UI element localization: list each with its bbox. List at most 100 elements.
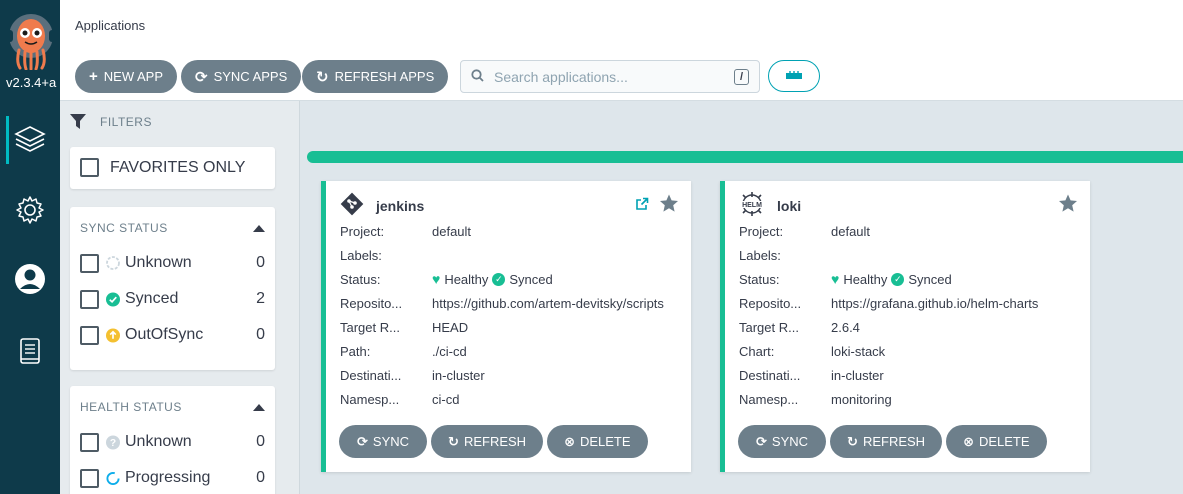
nav-documentation[interactable] — [0, 326, 60, 376]
filter-icon — [70, 114, 86, 129]
sync-outofsync-checkbox[interactable] — [80, 325, 99, 345]
row-value: https://github.com/artem-devitsky/script… — [432, 295, 664, 311]
sync-unknown-label: Unknown — [125, 254, 192, 271]
sync-status-filter-box: SYNC STATUS Unknown 0 Synced 2 OutOfSync — [70, 207, 275, 370]
row-key: Status: — [340, 271, 381, 287]
row-key: Reposito... — [739, 295, 802, 311]
app-name[interactable]: jenkins — [376, 198, 424, 214]
favorite-star-icon[interactable] — [659, 194, 679, 218]
left-nav: v2.3.4+a — [0, 0, 60, 494]
row-value: ./ci-cd — [432, 343, 467, 359]
sync-icon: ⟳ — [195, 68, 208, 86]
collapse-caret-icon[interactable] — [253, 224, 265, 232]
layers-icon — [14, 126, 46, 152]
app-name[interactable]: loki — [777, 198, 801, 214]
favorites-filter-box: FAVORITES ONLY — [70, 147, 275, 189]
sync-button[interactable]: ⟳ SYNC — [339, 425, 428, 458]
row-chart: Chart: loki-stack — [739, 339, 1080, 363]
sync-summary-bar — [307, 151, 1183, 163]
filters-panel: FILTERS FAVORITES ONLY SYNC STATUS Unkno… — [60, 101, 300, 494]
app-card-jenkins[interactable]: jenkins Project: default Labels: Status: … — [321, 181, 691, 472]
plus-icon: + — [89, 68, 98, 85]
favorite-star-icon[interactable] — [1058, 194, 1078, 218]
search-shortcut-hint: / — [733, 68, 749, 85]
view-mode-toggle[interactable] — [768, 60, 820, 92]
filter-row-health-unknown: ? Unknown 0 — [70, 424, 275, 460]
heart-icon: ♥ — [432, 271, 441, 287]
row-key: Project: — [340, 223, 385, 239]
health-progressing-checkbox[interactable] — [80, 468, 99, 488]
delete-x-icon: ⊗ — [564, 433, 575, 449]
delete-button[interactable]: ⊗ DELETE — [946, 425, 1047, 458]
filters-title: FILTERS — [100, 114, 152, 129]
row-key: Labels: — [739, 247, 781, 263]
heart-icon: ♥ — [831, 271, 840, 287]
page-title: Applications — [75, 18, 146, 33]
refresh-button[interactable]: ↻ REFRESH — [830, 425, 943, 458]
row-value: ci-cd — [432, 391, 460, 407]
delete-label: DELETE — [579, 434, 631, 449]
refresh-apps-button[interactable]: ↻ REFRESH APPS — [302, 60, 449, 93]
toolbar: + NEW APP ⟳ SYNC APPS ↻ REFRESH APPS / — [60, 50, 1183, 101]
progressing-circle-icon — [106, 471, 120, 485]
new-app-button[interactable]: + NEW APP — [75, 60, 178, 93]
health-progressing-count: 0 — [256, 469, 265, 486]
row-namespace: Namesp... ci-cd — [340, 387, 681, 411]
row-target-revision: Target R... 2.6.4 — [739, 315, 1080, 339]
row-namespace: Namesp... monitoring — [739, 387, 1080, 411]
sync-outofsync-label: OutOfSync — [125, 326, 204, 343]
applications-area: jenkins Project: default Labels: Status: … — [301, 101, 1183, 494]
favorites-only-checkbox[interactable] — [80, 158, 99, 177]
sync-icon: ⟳ — [357, 433, 368, 449]
refresh-icon: ↻ — [847, 433, 858, 449]
health-status-title: HEALTH STATUS — [80, 400, 182, 414]
row-key: Target R... — [739, 319, 799, 335]
row-value: https://grafana.github.io/helm-charts — [831, 295, 1039, 311]
row-repository: Reposito... https://grafana.github.io/hel… — [739, 291, 1080, 315]
unknown-status-icon — [106, 256, 120, 270]
row-key: Target R... — [340, 319, 400, 335]
nav-settings[interactable] — [0, 185, 60, 235]
app-card-loki[interactable]: HELM loki Project: default Labels: Status… — [720, 181, 1090, 472]
refresh-icon: ↻ — [448, 433, 459, 449]
sync-label: SYNC — [771, 434, 809, 449]
sync-apps-button[interactable]: ⟳ SYNC APPS — [181, 60, 302, 93]
health-progressing-label: Progressing — [125, 469, 211, 486]
argo-logo-icon[interactable] — [6, 12, 56, 71]
sync-unknown-checkbox[interactable] — [80, 253, 99, 273]
svg-text:HELM: HELM — [742, 202, 762, 209]
favorites-only-label: FAVORITES ONLY — [110, 158, 246, 176]
check-circle-icon: ✓ — [492, 272, 506, 286]
external-link-icon[interactable] — [635, 197, 649, 216]
delete-button[interactable]: ⊗ DELETE — [547, 425, 648, 458]
row-key: Namesp... — [739, 391, 799, 407]
version-label: v2.3.4+a — [6, 75, 57, 90]
helm-icon: HELM — [739, 191, 765, 221]
sync-synced-checkbox[interactable] — [80, 289, 99, 309]
row-key: Path: — [340, 343, 371, 359]
health-unknown-checkbox[interactable] — [80, 432, 99, 452]
sync-outofsync-count: 0 — [256, 326, 265, 343]
gear-icon — [16, 196, 44, 224]
svg-text:?: ? — [110, 438, 116, 449]
sync-synced-label: Synced — [125, 290, 179, 307]
health-unknown-count: 0 — [256, 433, 265, 450]
nav-user-info[interactable] — [0, 254, 60, 304]
refresh-button[interactable]: ↻ REFRESH — [431, 425, 544, 458]
row-path: Path: ./ci-cd — [340, 339, 681, 363]
search-input[interactable] — [494, 68, 734, 85]
health-status: Healthy — [444, 271, 489, 287]
sync-button[interactable]: ⟳ SYNC — [738, 425, 827, 458]
row-target-revision: Target R... HEAD — [340, 315, 681, 339]
search-icon — [471, 68, 484, 85]
outofsync-arrow-icon — [106, 328, 120, 342]
sync-icon: ⟳ — [756, 433, 767, 449]
row-value: HEAD — [432, 319, 469, 335]
refresh-label: REFRESH — [463, 434, 527, 449]
collapse-caret-icon[interactable] — [253, 403, 265, 411]
row-key: Labels: — [340, 247, 382, 263]
row-labels: Labels: — [340, 243, 681, 267]
nav-applications[interactable] — [0, 114, 60, 164]
row-value: default — [432, 223, 472, 239]
search-box: / — [460, 60, 760, 93]
